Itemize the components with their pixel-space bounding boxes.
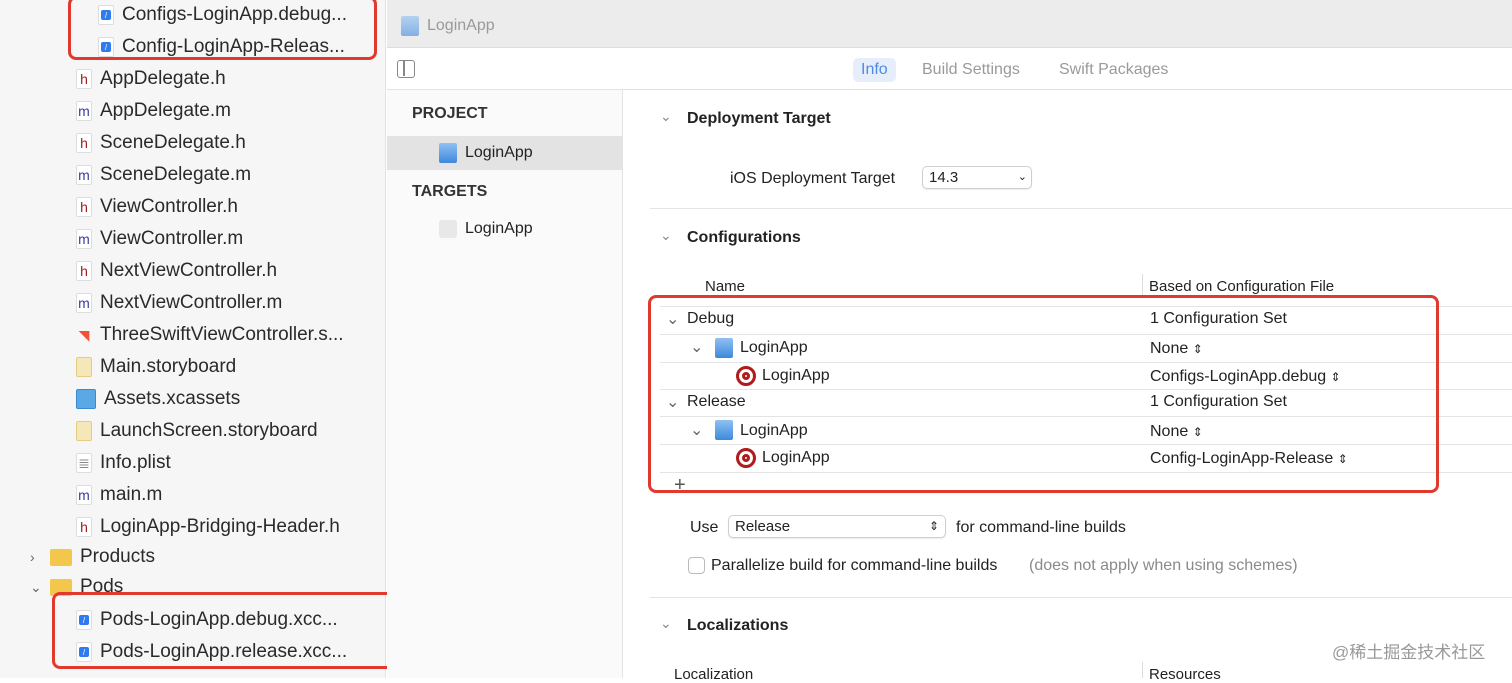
- file-item[interactable]: m ViewController.m: [76, 224, 243, 254]
- targets-header: TARGETS: [412, 183, 488, 200]
- file-item[interactable]: h ViewController.h: [76, 192, 238, 222]
- m-file-icon: m: [76, 101, 92, 121]
- file-item[interactable]: h NextViewController.h: [76, 256, 277, 286]
- file-name: Info.plist: [100, 452, 171, 473]
- editor-toolbar: Info Build Settings Swift Packages: [387, 48, 1512, 90]
- assets-file-icon: [76, 389, 96, 409]
- use-label: Use: [690, 519, 719, 536]
- column-header-name: Name: [705, 278, 746, 295]
- editor-tab[interactable]: LoginApp: [401, 16, 495, 36]
- file-name: Assets.xcassets: [104, 388, 241, 409]
- project-icon: [401, 16, 419, 36]
- tab-info[interactable]: Info: [853, 58, 896, 82]
- select-value: Release: [735, 518, 791, 535]
- file-item[interactable]: ≣ Info.plist: [76, 448, 171, 478]
- project-header: PROJECT: [412, 105, 488, 122]
- app-target-icon: [439, 220, 457, 238]
- parallelize-label: Parallelize build for command-line build…: [711, 557, 998, 574]
- file-item[interactable]: m AppDelegate.m: [76, 96, 231, 126]
- plist-file-icon: ≣: [76, 453, 92, 473]
- column-header-localization: Localization: [674, 666, 754, 683]
- select-value: 14.3: [929, 169, 959, 186]
- target-item[interactable]: LoginApp: [439, 220, 533, 238]
- tab-title: LoginApp: [427, 17, 495, 34]
- chevron-down-icon[interactable]: ⌄: [660, 108, 672, 125]
- column-header-resources: Resources: [1149, 666, 1221, 683]
- h-file-icon: h: [76, 261, 92, 281]
- h-file-icon: h: [76, 69, 92, 89]
- command-line-config-select[interactable]: Release ⇕: [728, 515, 946, 538]
- sb-file-icon: [76, 357, 92, 377]
- use-suffix: for command-line builds: [956, 519, 1126, 536]
- project-item[interactable]: LoginApp: [387, 136, 623, 170]
- highlight-box: [648, 295, 1439, 493]
- m-file-icon: m: [76, 485, 92, 505]
- watermark: @稀土掘金技术社区: [1332, 643, 1486, 662]
- project-label: LoginApp: [465, 144, 533, 161]
- file-name: AppDelegate.m: [100, 100, 231, 121]
- parallelize-note: (does not apply when using schemes): [1029, 557, 1298, 574]
- file-name: LaunchScreen.storyboard: [100, 420, 318, 441]
- m-file-icon: m: [76, 229, 92, 249]
- highlight-box: [52, 592, 418, 669]
- chevron-right-icon[interactable]: ›: [30, 549, 50, 565]
- file-name: SceneDelegate.m: [100, 164, 252, 185]
- file-item[interactable]: h LoginApp-Bridging-Header.h: [76, 512, 340, 542]
- folder-products[interactable]: › Products: [30, 542, 155, 572]
- h-file-icon: h: [76, 133, 92, 153]
- tab-build-settings[interactable]: Build Settings: [914, 58, 1028, 82]
- file-item[interactable]: ◥ ThreeSwiftViewController.s...: [76, 320, 344, 350]
- section-localizations-title: Localizations: [687, 617, 789, 634]
- file-name: NextViewController.h: [100, 260, 278, 281]
- project-icon: [439, 143, 457, 163]
- deployment-target-select[interactable]: 14.3 ⌄: [922, 166, 1032, 189]
- project-target-list: PROJECT LoginApp TARGETS LoginApp: [387, 90, 623, 678]
- deployment-target-label: iOS Deployment Target: [730, 170, 896, 187]
- section-deployment-title: Deployment Target: [687, 110, 831, 127]
- file-name: ThreeSwiftViewController.s...: [100, 324, 344, 345]
- file-name: Main.storyboard: [100, 356, 237, 377]
- file-item[interactable]: Assets.xcassets: [76, 384, 240, 414]
- tab-swift-packages[interactable]: Swift Packages: [1051, 58, 1176, 82]
- chevron-down-icon[interactable]: ⌄: [30, 579, 50, 596]
- file-name: ViewController.m: [100, 228, 244, 249]
- section-configurations-title: Configurations: [687, 229, 801, 246]
- editor-tab-bar: LoginApp: [387, 0, 1512, 48]
- swift-file-icon: ◥: [78, 326, 90, 343]
- chevron-down-icon[interactable]: ⌄: [660, 227, 672, 244]
- m-file-icon: m: [76, 165, 92, 185]
- parallelize-checkbox[interactable]: [688, 557, 705, 574]
- file-name: LoginApp-Bridging-Header.h: [100, 516, 340, 537]
- file-name: main.m: [100, 484, 163, 505]
- file-name: NextViewController.m: [100, 292, 283, 313]
- file-item[interactable]: h AppDelegate.h: [76, 64, 226, 94]
- folder-icon: [50, 548, 72, 566]
- file-item[interactable]: m NextViewController.m: [76, 288, 282, 318]
- file-item[interactable]: LaunchScreen.storyboard: [76, 416, 318, 446]
- target-label: LoginApp: [465, 220, 533, 237]
- sidebar-toggle-icon[interactable]: [397, 60, 415, 78]
- chevron-down-icon[interactable]: ⌄: [660, 615, 672, 632]
- folder-label: Products: [80, 546, 155, 567]
- file-item[interactable]: m main.m: [76, 480, 162, 510]
- sb-file-icon: [76, 421, 92, 441]
- file-name: AppDelegate.h: [100, 68, 226, 89]
- file-item[interactable]: m SceneDelegate.m: [76, 160, 251, 190]
- column-header-file: Based on Configuration File: [1149, 278, 1335, 295]
- chevron-down-icon: ⌄: [1017, 171, 1027, 183]
- m-file-icon: m: [76, 293, 92, 313]
- file-item[interactable]: Main.storyboard: [76, 352, 236, 382]
- file-name: ViewController.h: [100, 196, 239, 217]
- file-name: SceneDelegate.h: [100, 132, 246, 153]
- h-file-icon: h: [76, 197, 92, 217]
- h-file-icon: h: [76, 517, 92, 537]
- file-item[interactable]: h SceneDelegate.h: [76, 128, 246, 158]
- updown-icon: ⇕: [928, 519, 939, 533]
- highlight-box: [68, 0, 377, 60]
